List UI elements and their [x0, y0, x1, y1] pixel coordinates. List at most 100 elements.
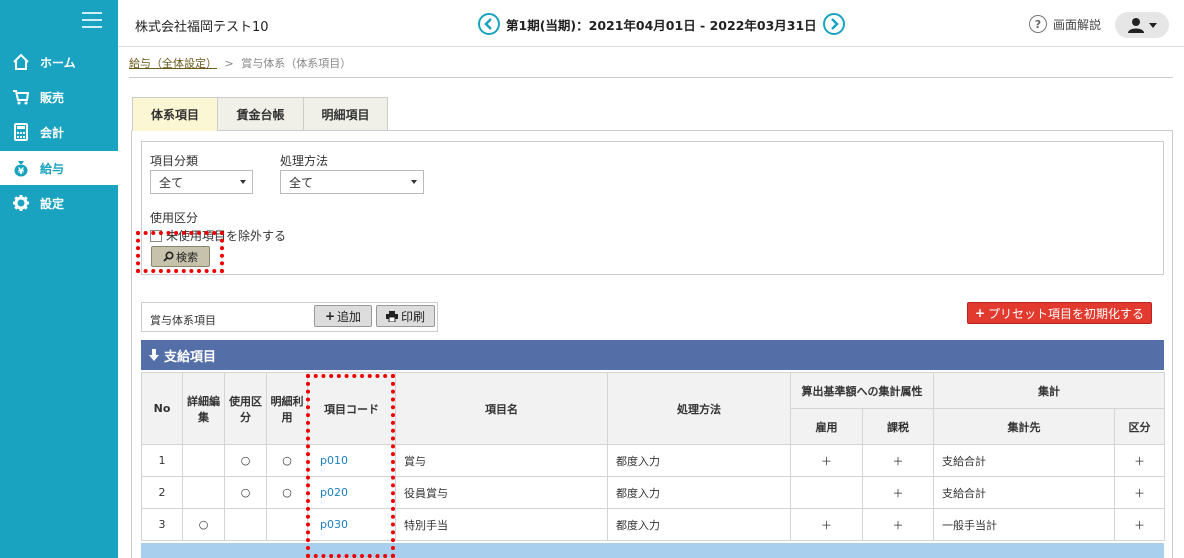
reset-preset-button[interactable]: + プリセット項目を初期化する: [967, 302, 1152, 324]
section-header-payments[interactable]: 支給項目: [141, 340, 1164, 370]
method-label: 処理方法: [280, 154, 329, 168]
help-label: 画面解説: [1053, 17, 1102, 32]
tab-bar: 体系項目 賃金台帳 明細項目: [132, 97, 388, 131]
category-select[interactable]: 全て: [150, 170, 253, 194]
cell-detail-edit[interactable]: [182, 476, 225, 509]
header-detail-use: 明細利用: [266, 372, 308, 445]
header-usage: 使用区分: [224, 372, 267, 445]
cell-usage: [224, 508, 267, 541]
cell-detail-use: ○: [266, 476, 308, 509]
tab-detail-items[interactable]: 明細項目: [303, 97, 388, 131]
header-employment: 雇用: [790, 408, 863, 445]
cell-sum-target: 支給合計: [933, 444, 1115, 477]
cell-division: ＋: [1114, 444, 1165, 477]
header: 株式会社福岡テスト10 第1期(当期)：2021年04月01日 - 2022年0…: [118, 0, 1184, 47]
next-period-button[interactable]: [822, 13, 845, 35]
cell-no: 1: [141, 444, 183, 477]
sidebar-item-home[interactable]: ホーム: [0, 45, 118, 79]
cell-sum-target: 支給合計: [933, 476, 1115, 509]
cell-taxable: ＋: [862, 444, 934, 477]
tab-structure-items[interactable]: 体系項目: [132, 97, 217, 131]
header-taxable: 課税: [862, 408, 934, 445]
cell-no: 3: [141, 508, 183, 541]
header-attr-group: 算出基準額への集計属性: [790, 372, 934, 409]
cell-method: 都度入力: [607, 476, 791, 509]
period-label: 第1期(当期)：2021年04月01日 - 2022年03月31日: [506, 17, 817, 33]
gear-icon: [12, 194, 30, 212]
cell-name: 賞与: [395, 444, 608, 477]
money-bag-icon: ¥: [12, 159, 30, 177]
sidebar-item-accounting[interactable]: 会計: [0, 115, 118, 149]
cell-employment: ＋: [790, 508, 863, 541]
sidebar: ホーム 販売 会計 ¥ 給与 設定: [0, 0, 118, 558]
printer-icon: [385, 310, 398, 322]
cart-icon: [12, 88, 30, 106]
sidebar-item-label: 設定: [40, 196, 65, 211]
arrow-down-icon: [149, 349, 159, 361]
prev-period-button[interactable]: [478, 13, 500, 35]
help-link[interactable]: ? 画面解説: [1029, 15, 1101, 33]
sidebar-item-label: 販売: [40, 90, 65, 105]
question-icon: ?: [1029, 15, 1047, 33]
sidebar-item-payroll[interactable]: ¥ 給与: [0, 151, 118, 185]
calculator-icon: [12, 123, 30, 141]
sidebar-item-sales[interactable]: 販売: [0, 80, 118, 114]
sidebar-item-settings[interactable]: 設定: [0, 186, 118, 220]
highlight-box: [306, 374, 395, 558]
user-menu-button[interactable]: [1115, 12, 1169, 38]
table-row[interactable]: 1 ○ ○ p010 賞与 都度入力 ＋ ＋ 支給合計 ＋: [141, 444, 1165, 477]
cell-employment: ＋: [790, 444, 863, 477]
cell-detail-use: [266, 508, 308, 541]
reset-preset-label: プリセット項目を初期化する: [988, 306, 1145, 321]
breadcrumb-separator: >: [224, 57, 234, 70]
header-division: 区分: [1114, 408, 1165, 445]
header-sum-target: 集計先: [933, 408, 1115, 445]
section-title: 支給項目: [164, 349, 217, 365]
company-name: 株式会社福岡テスト10: [135, 20, 269, 35]
home-icon: [12, 53, 30, 71]
plus-icon: +: [974, 306, 986, 320]
cell-name: 役員賞与: [395, 476, 608, 509]
cell-detail-edit[interactable]: [182, 444, 225, 477]
menu-icon[interactable]: [82, 12, 102, 28]
method-select[interactable]: 全て: [280, 170, 424, 194]
header-sum-group: 集計: [933, 372, 1165, 409]
tab-wage-ledger[interactable]: 賃金台帳: [217, 97, 303, 131]
table-row[interactable]: 2 ○ ○ p020 役員賞与 都度入力 ＋ 支給合計 ＋: [141, 476, 1165, 509]
cell-division: ＋: [1114, 476, 1165, 509]
cell-division: ＋: [1114, 508, 1165, 541]
user-icon: [1128, 18, 1157, 33]
sidebar-item-label: 会計: [40, 125, 65, 140]
plus-icon: +: [324, 309, 336, 323]
cell-usage: ○: [224, 444, 267, 477]
category-label: 項目分類: [150, 154, 199, 168]
header-name: 項目名: [395, 372, 608, 445]
header-detail-edit: 詳細編集: [182, 372, 225, 445]
chevron-down-icon: [411, 180, 417, 184]
divider: [129, 77, 1173, 78]
cell-no: 2: [141, 476, 183, 509]
print-button-label: 印刷: [400, 309, 425, 324]
highlight-box: [136, 231, 224, 273]
toolbar-title: 賞与体系項目: [150, 314, 216, 327]
add-button-label: 追加: [337, 309, 362, 324]
cell-employment: [790, 476, 863, 509]
cell-detail-edit[interactable]: ○: [182, 508, 225, 541]
header-no: No: [141, 372, 183, 445]
cell-taxable: ＋: [862, 476, 934, 509]
period-selector: 第1期(当期)：2021年04月01日 - 2022年03月31日: [478, 13, 845, 35]
cell-detail-use: ○: [266, 444, 308, 477]
svg-text:¥: ¥: [18, 167, 25, 177]
breadcrumb: 給与（全体設定） > 賞与体系（体系項目）: [129, 55, 351, 71]
cell-method: 都度入力: [607, 444, 791, 477]
breadcrumb-link-payroll[interactable]: 給与（全体設定）: [129, 57, 217, 70]
sidebar-item-label: 給与: [40, 161, 65, 176]
chevron-down-icon: [240, 180, 246, 184]
table-row-selected[interactable]: [141, 543, 1164, 558]
add-button[interactable]: + 追加: [314, 305, 372, 327]
print-button[interactable]: 印刷: [376, 305, 435, 327]
cell-sum-target: 一般手当計: [933, 508, 1115, 541]
cell-taxable: ＋: [862, 508, 934, 541]
table-row[interactable]: 3 ○ p030 特別手当 都度入力 ＋ ＋ 一般手当計 ＋: [141, 508, 1165, 541]
method-select-value: 全て: [289, 175, 314, 190]
